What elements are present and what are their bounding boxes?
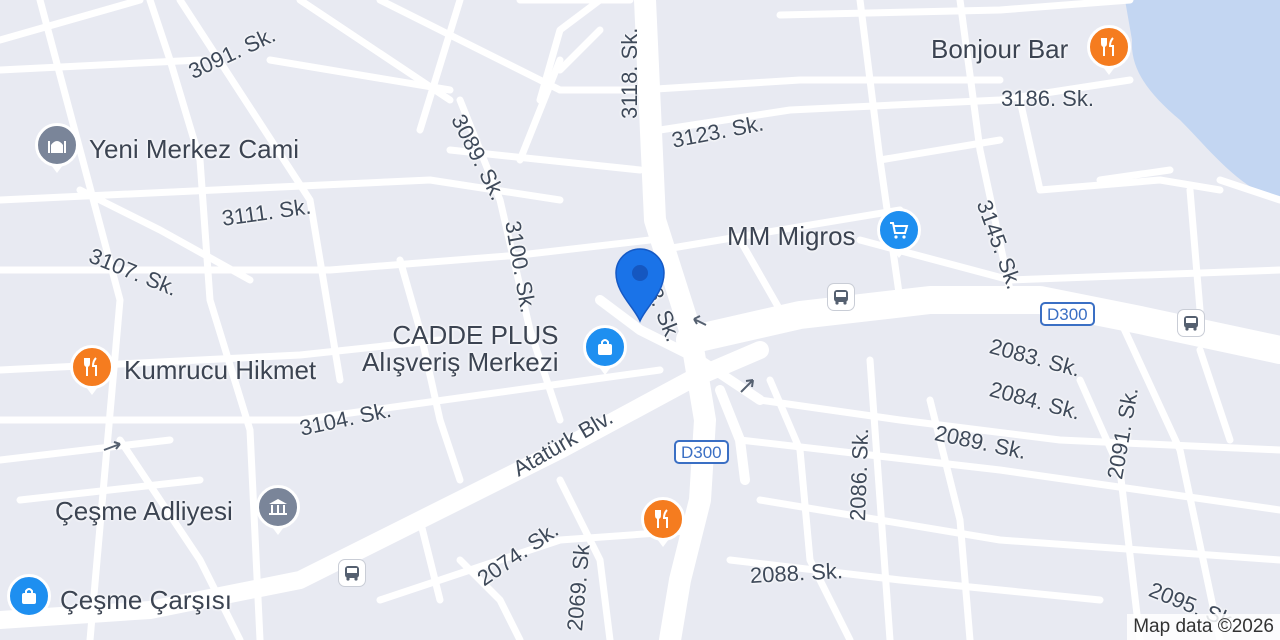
poi-label[interactable]: MM Migros: [727, 222, 856, 250]
poi-kumrucu-hikmet-pin[interactable]: [70, 345, 114, 395]
fork-knife-icon: [655, 509, 668, 528]
poi-label[interactable]: Çeşme Adliyesi: [55, 497, 233, 525]
poi-mm-migros-pin[interactable]: [877, 208, 921, 258]
one-way-arrow-icon: [693, 315, 707, 326]
bus-icon: [1184, 316, 1198, 331]
poi-label[interactable]: Kumrucu Hikmet: [124, 356, 316, 384]
bus-stop-icon[interactable]: [828, 284, 854, 310]
bus-icon: [834, 290, 848, 305]
shopping-bag-icon: [598, 339, 612, 355]
poi-label[interactable]: CADDE PLUS Alışveriş Merkezi: [362, 321, 558, 377]
mosque-icon: [48, 141, 66, 153]
bus-stop-icon[interactable]: [339, 560, 365, 586]
road-shield-d300: D300: [674, 440, 729, 464]
road-shield-d300: D300: [1040, 302, 1095, 326]
map-canvas[interactable]: 3091. Sk. 3089. Sk. 3118. Sk. 3123. Sk. …: [0, 0, 1280, 640]
one-way-arrow-icon: [740, 379, 754, 393]
poi-restaurant-pin[interactable]: [641, 497, 685, 547]
courthouse-icon: [269, 499, 287, 515]
one-way-arrow-icon: [103, 441, 121, 451]
fork-knife-icon: [84, 357, 97, 376]
street-label: 2088. Sk.: [749, 558, 844, 588]
shopping-cart-icon: [890, 222, 909, 239]
bus-icon: [345, 566, 359, 581]
street-label: 3118. Sk.: [617, 27, 642, 119]
shopping-bag-icon: [22, 588, 36, 604]
poi-yeni-merkez-cami-pin[interactable]: [35, 123, 79, 173]
fork-knife-icon: [1101, 37, 1114, 56]
poi-label[interactable]: Bonjour Bar: [931, 35, 1068, 63]
poi-label[interactable]: Yeni Merkez Cami: [89, 135, 299, 163]
location-pin-icon[interactable]: [612, 247, 668, 323]
map-attribution: Map data ©2026: [1127, 614, 1280, 640]
street-label: 2086. Sk.: [845, 427, 874, 522]
poi-cadde-plus-pin[interactable]: [583, 325, 627, 375]
poi-cesme-carsisi-pin[interactable]: [7, 574, 51, 624]
poi-cesme-adliyesi-pin[interactable]: [256, 485, 300, 535]
poi-label[interactable]: Çeşme Çarşısı: [60, 586, 232, 614]
poi-bonjour-bar-pin[interactable]: [1087, 25, 1131, 75]
street-label: 3186. Sk.: [1001, 86, 1094, 111]
bus-stop-icon[interactable]: [1178, 310, 1204, 336]
